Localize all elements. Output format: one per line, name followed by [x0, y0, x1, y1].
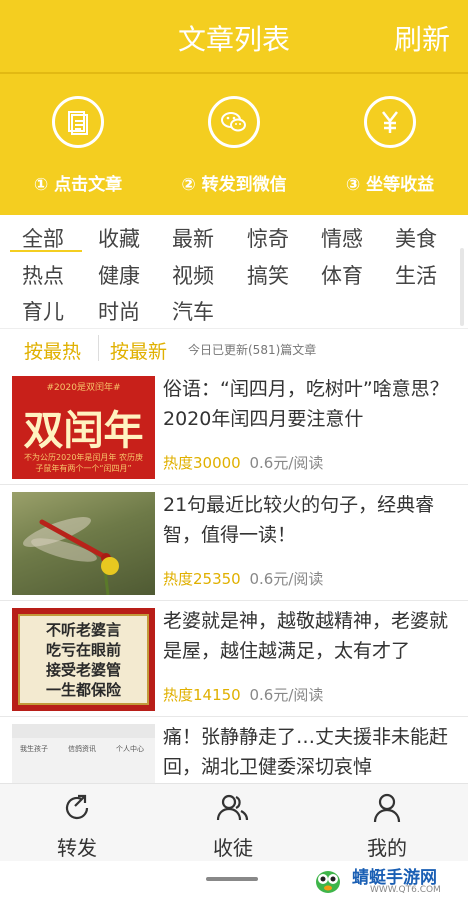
tab-surprise[interactable]: 惊奇 — [247, 223, 289, 253]
tab-health[interactable]: 健康 — [98, 260, 140, 290]
category-scrollbar — [460, 248, 464, 326]
top-bar: 文章列表 刷新 — [0, 0, 468, 72]
tab-emotion[interactable]: 情感 — [321, 223, 363, 253]
watermark: 蜻蜓手游网 WWW.QT6.COM — [310, 862, 460, 898]
step-earn: ③ 坐等收益 — [312, 90, 468, 195]
tab-sports[interactable]: 体育 — [321, 260, 363, 290]
poem-line: 不听老婆言 — [45, 621, 121, 639]
watermark-url: WWW.QT6.COM — [370, 885, 441, 895]
dragonfly-image — [23, 517, 119, 595]
divider — [98, 335, 99, 361]
tab-funny[interactable]: 搞笑 — [247, 260, 289, 290]
bottom-tab-bar: 转发 收徒 我的 — [0, 783, 468, 861]
thumb-label: 个人中心 — [116, 745, 144, 753]
active-tab-indicator — [10, 250, 82, 252]
tab-video[interactable]: 视频 — [172, 260, 214, 290]
article-meta: 热度30000 0.6元/阅读 — [163, 452, 323, 473]
heat-value: 热度14150 — [163, 686, 241, 704]
list-item[interactable]: 不听老婆言 吃亏在眼前 接受老婆管 一生都保险 老婆就是神，越敬越精神，老婆就是… — [0, 602, 468, 717]
poem-line: 吃亏在眼前 — [45, 641, 121, 659]
update-info: 今日已更新(581)篇文章 — [188, 343, 317, 357]
price-value: 0.6元/阅读 — [249, 454, 324, 472]
step-share-wechat: ② 转发到微信 — [156, 90, 312, 195]
article-thumbnail: 我生孩子 信鸽资讯 个人中心 — [12, 724, 155, 784]
article-title: 21句最近比较火的句子，经典睿智，值得一读！ — [163, 494, 435, 546]
step-label: ① 点击文章 — [33, 175, 123, 195]
list-item[interactable]: 我生孩子 信鸽资讯 个人中心 痛！张静静走了…丈夫援非未能赶回，湖北卫健委深切哀… — [0, 718, 468, 788]
article-title: 老婆就是神，越敬越精神，老婆就是屋，越住越满足，太有才了 — [163, 610, 449, 662]
step-label: ③ 坐等收益 — [345, 175, 435, 195]
thumb-header — [12, 724, 155, 738]
article-title: 俗语：“闰四月，吃树叶”啥意思？2020年闰四月要注意什 — [163, 378, 449, 430]
article-meta: 热度14150 0.6元/阅读 — [163, 684, 323, 705]
tab-label: 收徒 — [213, 836, 253, 860]
users-icon — [216, 794, 249, 821]
thumb-label: 信鸽资讯 — [68, 745, 96, 753]
thumb-label: 我生孩子 — [20, 745, 48, 753]
tab-hot[interactable]: 热点 — [22, 260, 64, 290]
list-item[interactable]: #2020是双闰年# 双闰年 不为公历2020年是闰月年 农历庚子鼠年有两个一个… — [0, 370, 468, 485]
category-tabs: 全部 收藏 最新 惊奇 情感 美食 热点 健康 视频 搞笑 体育 生活 育儿 时… — [0, 215, 468, 327]
document-icon — [52, 96, 104, 148]
refresh-button[interactable]: 刷新 — [394, 18, 450, 58]
poem-card: 不听老婆言 吃亏在眼前 接受老婆管 一生都保险 — [18, 614, 149, 705]
thumb-main-text: 双闰年 — [23, 407, 144, 454]
article-thumbnail: 不听老婆言 吃亏在眼前 接受老婆管 一生都保险 — [12, 608, 155, 711]
tab-all[interactable]: 全部 — [22, 223, 64, 253]
home-indicator[interactable] — [206, 877, 258, 881]
tab-fashion[interactable]: 时尚 — [98, 296, 140, 326]
tab-latest[interactable]: 最新 — [172, 223, 214, 253]
sort-bar: 按最热 按最新 今日已更新(581)篇文章 — [0, 328, 468, 368]
dragonfly-logo-icon — [316, 871, 340, 893]
price-value: 0.6元/阅读 — [249, 686, 324, 704]
tab-mine[interactable]: 我的 — [347, 792, 427, 861]
yen-icon — [364, 96, 416, 148]
thumb-sub-text: 不为公历2020年是闰月年 农历庚子鼠年有两个一个“闰四月” — [24, 453, 143, 473]
tab-apprentice[interactable]: 收徒 — [193, 792, 273, 861]
user-icon — [373, 793, 401, 823]
article-thumbnail — [12, 492, 155, 595]
divider — [0, 72, 468, 74]
wechat-icon — [208, 96, 260, 148]
price-value: 0.6元/阅读 — [249, 570, 324, 588]
tab-label: 转发 — [57, 836, 97, 860]
poem-line: 接受老婆管 — [45, 661, 121, 679]
thumb-top-text: #2020是双闰年# — [46, 383, 121, 393]
article-thumbnail: #2020是双闰年# 双闰年 不为公历2020年是闰月年 农历庚子鼠年有两个一个… — [12, 376, 155, 479]
sort-hot-button[interactable]: 按最热 — [24, 337, 81, 364]
heat-value: 热度25350 — [163, 570, 241, 588]
tab-cars[interactable]: 汽车 — [172, 296, 214, 326]
tab-share[interactable]: 转发 — [37, 792, 117, 861]
tab-favorites[interactable]: 收藏 — [98, 223, 140, 253]
steps-guide: ① 点击文章 ② 转发到微信 ③ 坐等收益 — [0, 90, 468, 200]
share-icon — [65, 794, 89, 820]
tab-food[interactable]: 美食 — [395, 223, 437, 253]
poem-line: 一生都保险 — [45, 681, 121, 699]
list-item[interactable]: 21句最近比较火的句子，经典睿智，值得一读！ 热度25350 0.6元/阅读 — [0, 486, 468, 601]
step-label: ② 转发到微信 — [181, 175, 287, 195]
article-meta: 热度25350 0.6元/阅读 — [163, 568, 323, 589]
heat-value: 热度30000 — [163, 454, 241, 472]
sort-new-button[interactable]: 按最新 — [110, 337, 167, 364]
article-title: 痛！张静静走了…丈夫援非未能赶回，湖北卫健委深切哀悼 — [163, 726, 449, 778]
step-click-article: ① 点击文章 — [0, 90, 156, 195]
tab-life[interactable]: 生活 — [395, 260, 437, 290]
tab-label: 我的 — [367, 836, 407, 860]
tab-parenting[interactable]: 育儿 — [22, 296, 64, 326]
header-banner: 文章列表 刷新 ① 点击文章 ② 转发到微信 ③ 坐等收益 — [0, 0, 468, 215]
